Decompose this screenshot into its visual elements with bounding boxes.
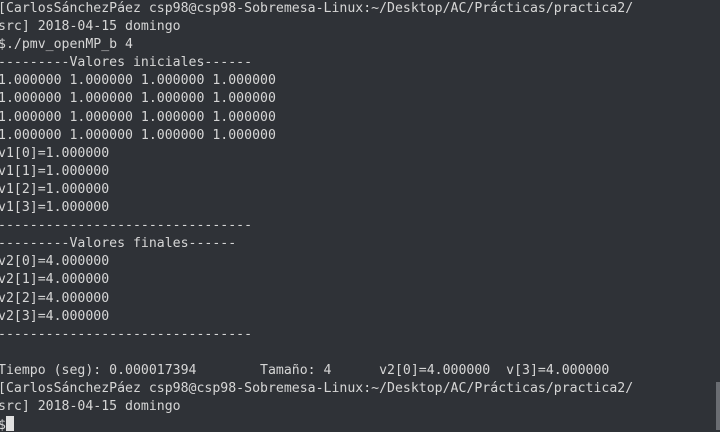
output-line: v1[1]=1.000000 [0,163,110,179]
input-line[interactable]: $ [0,416,633,432]
scrollbar-thumb[interactable] [716,382,720,430]
output-line: v2[3]=4.000000 [0,308,110,324]
output-line: 1.000000 1.000000 1.000000 1.000000 [0,73,276,89]
command-line: $./pmv_openMP_b 4 [0,37,133,53]
output-line: v1[3]=1.000000 [0,200,110,216]
terminal-window[interactable]: [CarlosSánchezPáez csp98@csp98-Sobremesa… [0,0,720,432]
prompt-line: src] 2018-04-15 domingo [0,399,181,415]
output-line: v2[0]=4.000000 [0,254,110,270]
output-line: Tiempo (seg): 0.000017394 Tamaño: 4 v2[0… [0,362,610,378]
output-line: ---------Valores finales------ [0,236,237,252]
prompt-line: [CarlosSánchezPáez csp98@csp98-Sobremesa… [0,380,634,396]
output-line: ---------Valores iniciales------ [0,55,253,71]
text-cursor [5,416,14,432]
output-line: 1.000000 1.000000 1.000000 1.000000 [0,109,276,125]
output-line: v2[2]=4.000000 [0,290,110,306]
terminal-output: [CarlosSánchezPáez csp98@csp98-Sobremesa… [0,0,633,432]
output-line: v2[1]=4.000000 [0,272,110,288]
prompt-line: [CarlosSánchezPáez csp98@csp98-Sobremesa… [0,1,634,16]
output-line: -------------------------------- [0,218,253,234]
output-line: v1[2]=1.000000 [0,181,110,197]
output-line: 1.000000 1.000000 1.000000 1.000000 [0,127,276,143]
prompt-line: src] 2018-04-15 domingo [0,19,181,35]
output-line: v1[0]=1.000000 [0,145,110,161]
output-line: -------------------------------- [0,326,253,342]
output-line: 1.000000 1.000000 1.000000 1.000000 [0,91,276,107]
